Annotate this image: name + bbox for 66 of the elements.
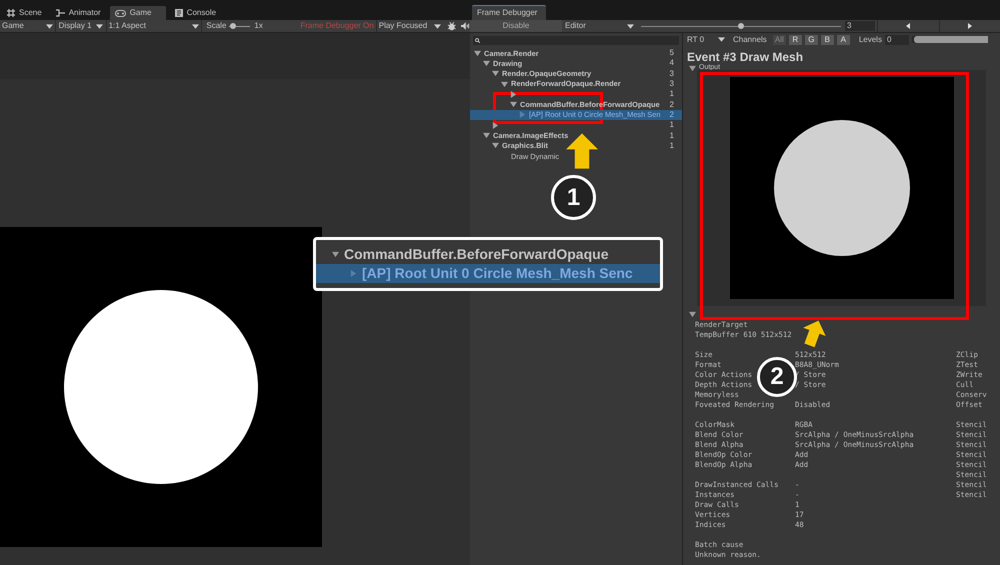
- event-title: Event #3 Draw Mesh: [686, 49, 804, 64]
- channel-toggle[interactable]: A: [836, 34, 850, 44]
- event-count: 1: [668, 88, 674, 100]
- expanded-triangle-icon[interactable]: [332, 251, 339, 258]
- frame-debugger-status: Frame Debugger On: [299, 20, 375, 32]
- slider-thumb[interactable]: [230, 23, 236, 29]
- display-mode-dropdown[interactable]: Game: [0, 20, 56, 32]
- scale-value: 1x: [253, 20, 264, 32]
- scale-label: Scale: [205, 20, 228, 32]
- scale-slider[interactable]: [229, 23, 250, 29]
- event-index-field[interactable]: 3: [845, 21, 875, 31]
- event-count: 4: [668, 57, 674, 70]
- caret-icon: [96, 24, 103, 28]
- event-count: 5: [668, 47, 674, 60]
- caret-icon: [718, 37, 725, 42]
- levels-field[interactable]: 0: [884, 34, 909, 44]
- window-tab[interactable]: Animator: [50, 6, 106, 20]
- tree-label: CommandBuffer.BeforeForwardOpaque: [344, 245, 608, 264]
- right-triangle-icon: [968, 23, 972, 29]
- channel-toggle[interactable]: R: [788, 34, 802, 44]
- event-count: 3: [668, 78, 674, 90]
- render-target-dropdown[interactable]: RT 0: [685, 34, 727, 45]
- target-dropdown[interactable]: Editor: [562, 20, 637, 32]
- display-dropdown[interactable]: Display 1: [56, 20, 107, 32]
- gamepad-icon: [114, 10, 126, 16]
- tree-row[interactable]: CommandBuffer.BeforeForwardOpaque: [316, 245, 660, 264]
- caret-icon: [46, 24, 53, 28]
- search-field[interactable]: [473, 36, 679, 45]
- channel-toggle[interactable]: G: [804, 34, 818, 44]
- grid-icon: [7, 9, 15, 17]
- window-tab[interactable]: Console: [170, 6, 222, 20]
- speaker-icon[interactable]: [461, 22, 470, 30]
- left-triangle-icon: [906, 23, 910, 29]
- window-tab[interactable]: Frame Debugger: [472, 5, 546, 20]
- caret-icon: [434, 24, 441, 28]
- nodes-icon: [56, 9, 65, 17]
- window-tab[interactable]: Scene: [2, 6, 47, 20]
- levels-label: Levels: [858, 34, 882, 46]
- event-slider[interactable]: [641, 23, 841, 29]
- caret-icon: [627, 24, 634, 28]
- search-icon: [475, 38, 480, 43]
- channels-label: Channels: [732, 34, 768, 46]
- event-count: 1: [668, 119, 674, 132]
- aspect-dropdown[interactable]: 1:1 Aspect: [106, 20, 202, 32]
- expanded-triangle-icon[interactable]: [689, 64, 696, 72]
- event-count: 3: [668, 68, 674, 80]
- tree-row[interactable]: 1: [470, 89, 682, 100]
- collapsed-triangle-icon[interactable]: [510, 90, 517, 98]
- event-count: 1: [668, 140, 674, 152]
- tree-label: [AP] Root Unit 0 Circle Mesh_Mesh Senc: [362, 264, 633, 283]
- console-icon: [174, 9, 183, 17]
- event-count: 2: [668, 108, 674, 121]
- play-mode-dropdown[interactable]: Play Focused: [376, 20, 443, 32]
- pointer-arrow: [566, 133, 598, 169]
- collapsed-triangle-icon[interactable]: [492, 122, 499, 129]
- caret-icon: [192, 24, 200, 28]
- slider-thumb[interactable]: [738, 23, 744, 29]
- event-count: 2: [668, 98, 674, 111]
- expanded-triangle-icon[interactable]: [510, 101, 517, 108]
- window-tab[interactable]: Game: [110, 6, 166, 20]
- expanded-triangle-icon[interactable]: [689, 311, 696, 318]
- event-count: 1: [668, 130, 674, 142]
- channel-toggle[interactable]: B: [820, 34, 834, 44]
- tree-row[interactable]: 1: [470, 120, 682, 130]
- disable-button[interactable]: Disable: [470, 20, 562, 32]
- bug-icon[interactable]: [446, 21, 456, 31]
